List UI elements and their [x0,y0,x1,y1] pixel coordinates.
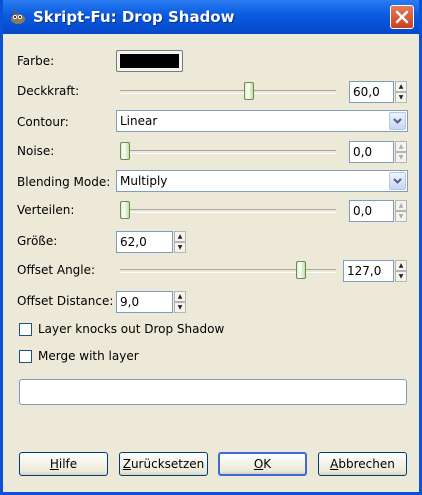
groesse-spin-buttons: ▲ ▼ [174,231,186,253]
spin-down-icon[interactable]: ▼ [395,271,407,282]
chevron-down-icon [393,178,402,184]
merge-with-layer-row[interactable]: Merge with layer [19,349,139,363]
noise-slider-track[interactable] [120,150,336,154]
deckkraft-value[interactable]: 60,0 [349,81,394,103]
chevron-down-icon [393,118,402,124]
close-button[interactable] [390,5,414,29]
reset-button[interactable]: Zurücksetzen [119,452,208,476]
verteilen-value[interactable]: 0,0 [349,200,394,222]
merge-with-layer-label: Merge with layer [38,349,139,363]
spin-up-icon[interactable]: ▲ [395,141,407,152]
noise-spin-buttons: ▲ ▼ [395,141,407,163]
deckkraft-label: Deckkraft: [17,84,80,98]
spin-down-icon[interactable]: ▼ [395,211,407,222]
cancel-mnemonic: A [330,457,339,471]
verteilen-slider-thumb[interactable] [120,201,130,219]
window-title: Skript-Fu: Drop Shadow [33,8,235,26]
contour-dropdown-button[interactable] [389,112,406,130]
deckkraft-slider-track[interactable] [120,90,336,94]
offset-distance-spin-buttons: ▲ ▼ [174,291,186,313]
spin-down-icon[interactable]: ▼ [395,152,407,163]
offset-angle-spinbox[interactable]: 127,0 ▲ ▼ [343,260,407,282]
reset-mnemonic: Z [122,457,131,471]
ok-mnemonic: O [253,457,264,471]
blending-mode-dropdown-button[interactable] [389,172,406,190]
color-picker-button[interactable] [116,50,183,72]
blending-mode-combo[interactable]: Multiply [116,170,408,192]
offset-distance-label: Offset Distance: [17,294,114,308]
color-swatch [120,54,179,68]
layer-knocks-out-label: Layer knocks out Drop Shadow [38,322,225,336]
offset-angle-slider-thumb[interactable] [295,261,306,279]
noise-spinbox[interactable]: 0,0 ▲ ▼ [349,141,407,163]
contour-value: Linear [120,114,158,128]
offset-angle-spin-buttons: ▲ ▼ [395,260,407,282]
groesse-spinbox[interactable]: 62,0 ▲ ▼ [116,231,186,253]
deckkraft-slider-thumb[interactable] [243,82,254,100]
offset-angle-label: Offset Angle: [17,263,96,277]
spin-up-icon[interactable]: ▲ [174,291,186,302]
progress-text-field[interactable] [19,379,407,405]
spin-down-icon[interactable]: ▼ [174,242,186,253]
verteilen-label: Verteilen: [17,203,75,217]
title-bar[interactable]: Skript-Fu: Drop Shadow [3,0,419,34]
ok-button[interactable]: OK [218,452,307,476]
gimp-icon [11,10,25,24]
noise-slider-thumb[interactable] [120,142,130,160]
contour-label: Contour: [17,115,69,129]
noise-value[interactable]: 0,0 [349,141,394,163]
noise-label: Noise: [17,144,55,158]
offset-distance-spinbox[interactable]: 9,0 ▲ ▼ [116,291,186,313]
layer-knocks-out-row[interactable]: Layer knocks out Drop Shadow [19,322,224,336]
offset-distance-value[interactable]: 9,0 [116,291,173,313]
ok-label: K [263,457,272,471]
blending-mode-label: Blending Mode: [17,175,111,189]
reset-label: urücksetzen [130,457,205,471]
contour-combo[interactable]: Linear [116,110,408,132]
groesse-label: Größe: [17,234,58,248]
verteilen-slider-track[interactable] [120,209,336,213]
blending-mode-value: Multiply [120,174,168,188]
groesse-value[interactable]: 62,0 [116,231,173,253]
verteilen-spinbox[interactable]: 0,0 ▲ ▼ [349,200,407,222]
deckkraft-spin-buttons: ▲ ▼ [395,81,407,103]
dialog-window: Skript-Fu: Drop Shadow Farbe: Deckkraft:… [0,0,422,495]
farbe-label: Farbe: [17,54,55,68]
help-label: ilfe [58,457,78,471]
offset-angle-value[interactable]: 127,0 [343,260,394,282]
spin-down-icon[interactable]: ▼ [174,302,186,313]
close-icon [395,10,409,24]
spin-up-icon[interactable]: ▲ [395,260,407,271]
deckkraft-spinbox[interactable]: 60,0 ▲ ▼ [349,81,407,103]
spin-up-icon[interactable]: ▲ [174,231,186,242]
verteilen-spin-buttons: ▲ ▼ [395,200,407,222]
dialog-content: Farbe: Deckkraft: 60,0 ▲ ▼ Contour: Line… [3,34,419,492]
cancel-label: bbrechen [338,457,395,471]
spin-up-icon[interactable]: ▲ [395,200,407,211]
layer-knocks-out-checkbox[interactable] [19,322,32,336]
spin-down-icon[interactable]: ▼ [395,92,407,103]
help-button[interactable]: Hilfe [19,452,108,476]
merge-with-layer-checkbox[interactable] [19,349,32,363]
help-mnemonic: H [49,457,59,471]
spin-up-icon[interactable]: ▲ [395,81,407,92]
cancel-button[interactable]: Abbrechen [318,452,407,476]
